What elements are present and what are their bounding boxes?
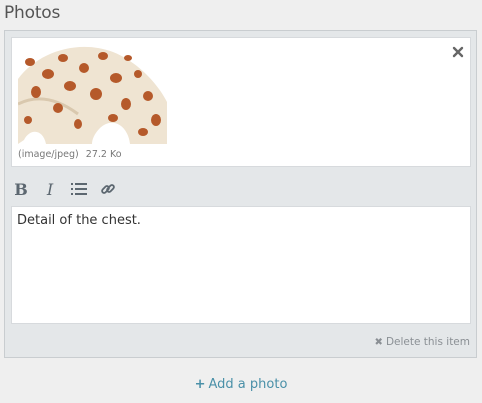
- list-icon[interactable]: [69, 179, 89, 199]
- caption-editor[interactable]: Detail of the chest.: [11, 206, 471, 324]
- file-meta: (image/jpeg) 27.2 Ko: [18, 149, 122, 160]
- section-title: Photos: [4, 3, 61, 23]
- bold-button[interactable]: B: [11, 179, 31, 199]
- add-photo-button[interactable]: + Add a photo: [0, 377, 482, 392]
- file-mime: (image/jpeg): [18, 149, 79, 160]
- link-icon[interactable]: [98, 179, 118, 199]
- delete-item-label: Delete this item: [385, 336, 470, 348]
- editor-toolbar: B I: [11, 177, 127, 201]
- close-icon[interactable]: [452, 43, 464, 58]
- photo-item: (image/jpeg) 27.2 Ko B I Detail of the c…: [4, 30, 477, 358]
- photo-preview: (image/jpeg) 27.2 Ko: [11, 37, 471, 167]
- delete-icon: ✖: [374, 336, 383, 348]
- italic-button[interactable]: I: [40, 179, 60, 199]
- delete-item-button[interactable]: ✖ Delete this item: [375, 336, 470, 348]
- photo-thumbnail: [18, 44, 167, 144]
- plus-icon: +: [194, 377, 206, 392]
- add-photo-label: Add a photo: [208, 377, 288, 392]
- file-size: 27.2 Ko: [85, 149, 122, 160]
